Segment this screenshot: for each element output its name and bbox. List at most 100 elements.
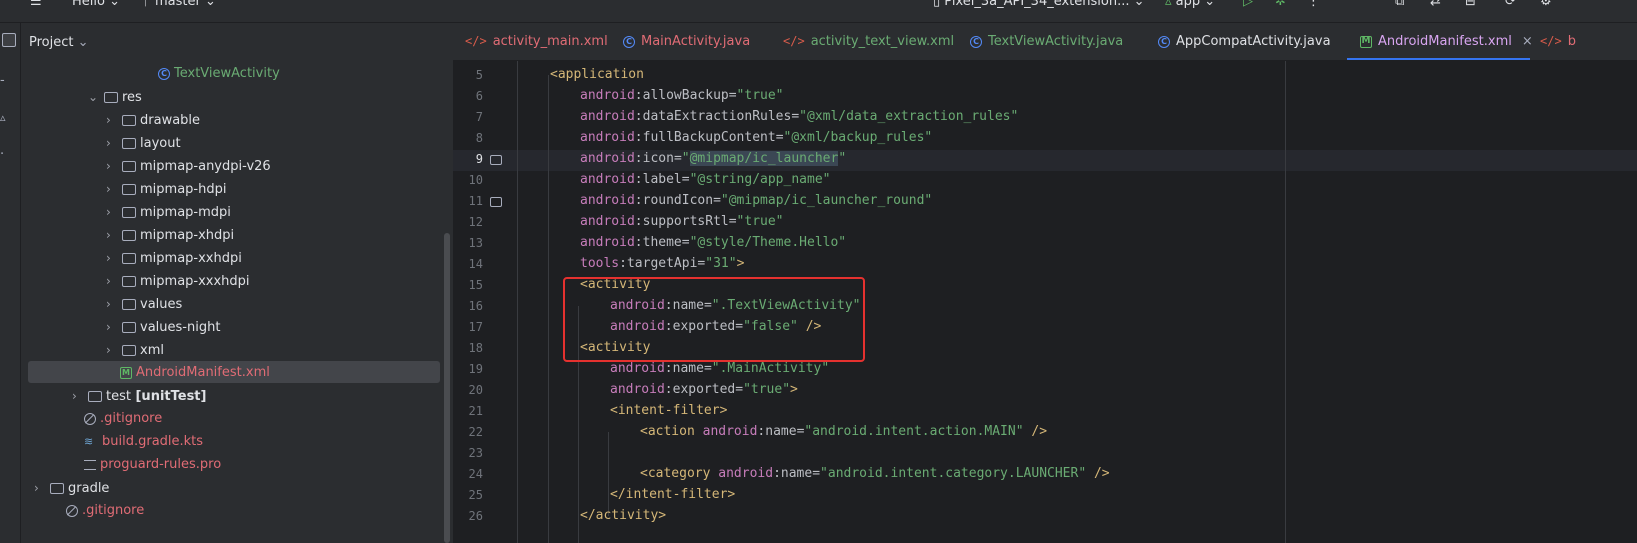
code-line[interactable]: <application	[550, 67, 644, 82]
settings-icon[interactable]: ⚙	[1540, 0, 1552, 9]
tree-item[interactable]: .gitignore	[84, 408, 162, 430]
branch-name: master	[154, 0, 201, 9]
code-line[interactable]: android:theme="@style/Theme.Hello"	[580, 235, 846, 250]
code-line[interactable]: <category android:name="android.intent.c…	[640, 466, 1110, 481]
tree-item[interactable]: › xml	[106, 339, 164, 361]
chevron-right-icon[interactable]: ›	[106, 224, 120, 246]
chevron-right-icon[interactable]: ›	[106, 293, 120, 315]
sync-icon[interactable]: ⟳	[1505, 0, 1516, 9]
line-number: 24	[468, 467, 483, 481]
editor-tab[interactable]: C MainActivity.java	[623, 23, 750, 60]
tree-item[interactable]: › values-night	[106, 316, 220, 338]
tree-item[interactable]: ⌄ res	[88, 86, 142, 108]
editor-tab[interactable]: </> activity_text_view.xml	[783, 23, 954, 60]
tree-item[interactable]: › drawable	[106, 109, 200, 131]
chevron-down-icon: ⌄	[1204, 0, 1216, 9]
code-line[interactable]: </activity>	[580, 508, 666, 523]
project-tool-icon[interactable]	[2, 33, 16, 47]
chevron-right-icon[interactable]: ›	[106, 247, 120, 269]
code-line[interactable]: android:fullBackupContent="@xml/backup_r…	[580, 130, 932, 145]
tree-item[interactable]: proguard-rules.pro	[84, 454, 221, 476]
run-config-selector[interactable]: ▵ app ⌄	[1165, 0, 1215, 9]
editor-tab[interactable]: M AndroidManifest.xml ×	[1360, 23, 1533, 60]
project-selector[interactable]: Hello ⌄	[72, 0, 120, 9]
tree-item[interactable]: ≋ build.gradle.kts	[84, 431, 203, 453]
project-name: Hello	[72, 0, 105, 9]
code-line[interactable]: tools:targetApi="31">	[580, 256, 744, 271]
tree-item[interactable]: › mipmap-anydpi-v26	[106, 155, 271, 177]
image-preview-icon[interactable]	[490, 197, 502, 207]
resource-tool-icon[interactable]: ▵	[0, 111, 6, 124]
tree-item[interactable]: › mipmap-xhdpi	[106, 224, 234, 246]
chevron-right-icon[interactable]: ›	[72, 385, 86, 407]
code-line[interactable]: android:icon="@mipmap/ic_launcher"	[580, 151, 846, 166]
tree-item[interactable]: › mipmap-xxhdpi	[106, 247, 242, 269]
image-preview-icon[interactable]	[490, 155, 502, 165]
main-menu-icon[interactable]: ☰	[30, 0, 42, 9]
chevron-right-icon[interactable]: ›	[106, 201, 120, 223]
editor-tab[interactable]: </> activity_main.xml	[465, 23, 608, 60]
tree-item[interactable]: C TextViewActivity	[158, 63, 280, 85]
project-panel-header[interactable]: Project ⌄	[29, 35, 89, 50]
more-actions-icon[interactable]: ⋮	[1307, 0, 1320, 9]
chevron-right-icon[interactable]: ›	[34, 477, 48, 499]
highlight-annotation-box	[563, 277, 865, 362]
manifest-file-icon: M	[120, 366, 132, 379]
code-line[interactable]: <action android:name="android.intent.act…	[640, 424, 1047, 439]
run-config-name: app	[1175, 0, 1201, 9]
tree-item[interactable]: › test [unitTest]	[72, 385, 206, 407]
translate-icon[interactable]: ⇄	[1430, 0, 1441, 9]
chevron-down-icon[interactable]: ⌄	[88, 86, 102, 108]
tree-item[interactable]: › mipmap-xxxhdpi	[106, 270, 250, 292]
folder-icon	[122, 299, 136, 310]
branch-selector[interactable]: ᚴ master ⌄	[143, 0, 216, 9]
tree-item[interactable]: › mipmap-mdpi	[106, 201, 231, 223]
code-line[interactable]: <intent-filter>	[610, 403, 727, 418]
editor-tabs: </> activity_main.xml C MainActivity.java </…	[453, 23, 1637, 61]
chevron-right-icon[interactable]: ›	[106, 178, 120, 200]
close-tab-icon[interactable]: ×	[1522, 34, 1533, 49]
folder-icon	[122, 138, 136, 149]
code-line[interactable]: android:name=".MainActivity"	[610, 361, 829, 376]
editor-tab[interactable]: C AppCompatActivity.java	[1158, 23, 1331, 60]
line-number: 7	[475, 110, 483, 124]
layout-inspector-icon[interactable]: ⊟	[1465, 0, 1476, 9]
tab-label: AndroidManifest.xml	[1378, 34, 1512, 49]
line-number: 25	[468, 488, 483, 502]
tree-item[interactable]: › values	[106, 293, 182, 315]
tree-item[interactable]: › gradle	[34, 477, 109, 499]
editor-tab[interactable]: </> b	[1540, 23, 1576, 60]
code-line[interactable]: android:dataExtractionRules="@xml/data_e…	[580, 109, 1018, 124]
chevron-right-icon[interactable]: ›	[106, 132, 120, 154]
code-line[interactable]: </intent-filter>	[610, 487, 735, 502]
run-icon[interactable]: ▷	[1243, 0, 1253, 9]
commit-tool-icon[interactable]: -	[0, 73, 5, 88]
code-line[interactable]: android:exported="true">	[610, 382, 798, 397]
chevron-right-icon[interactable]: ›	[106, 316, 120, 338]
editor-tab[interactable]: C TextViewActivity.java	[970, 23, 1123, 60]
chevron-down-icon: ⌄	[109, 0, 120, 9]
chevron-right-icon[interactable]: ›	[106, 109, 120, 131]
project-scrollbar[interactable]	[444, 233, 450, 543]
tree-item-label: drawable	[140, 113, 201, 128]
tree-item[interactable]: M AndroidManifest.xml	[120, 362, 270, 384]
chevron-right-icon[interactable]: ›	[106, 155, 120, 177]
tree-item-label: mipmap-xxhdpi	[140, 251, 242, 266]
folder-icon	[122, 345, 136, 356]
line-number: 21	[468, 404, 483, 418]
tree-item[interactable]: › mipmap-hdpi	[106, 178, 226, 200]
tree-item[interactable]: › layout	[106, 132, 181, 154]
code-line[interactable]: android:label="@string/app_name"	[580, 172, 830, 187]
line-number: 5	[475, 68, 483, 82]
chevron-right-icon[interactable]: ›	[106, 339, 120, 361]
code-line[interactable]: android:roundIcon="@mipmap/ic_launcher_r…	[580, 193, 932, 208]
chevron-right-icon[interactable]: ›	[106, 270, 120, 292]
code-line[interactable]: android:supportsRtl="true"	[580, 214, 784, 229]
tree-item-label: mipmap-xxxhdpi	[140, 274, 250, 289]
more-tools-icon[interactable]: ·	[0, 147, 4, 162]
tree-item[interactable]: .gitignore	[66, 500, 144, 522]
device-selector[interactable]: ▯ Pixel_3a_API_34_extension... ⌄	[933, 0, 1145, 9]
debug-icon[interactable]: ✲	[1275, 0, 1286, 9]
device-manager-icon[interactable]: ⧉	[1395, 0, 1404, 9]
code-line[interactable]: android:allowBackup="true"	[580, 88, 784, 103]
